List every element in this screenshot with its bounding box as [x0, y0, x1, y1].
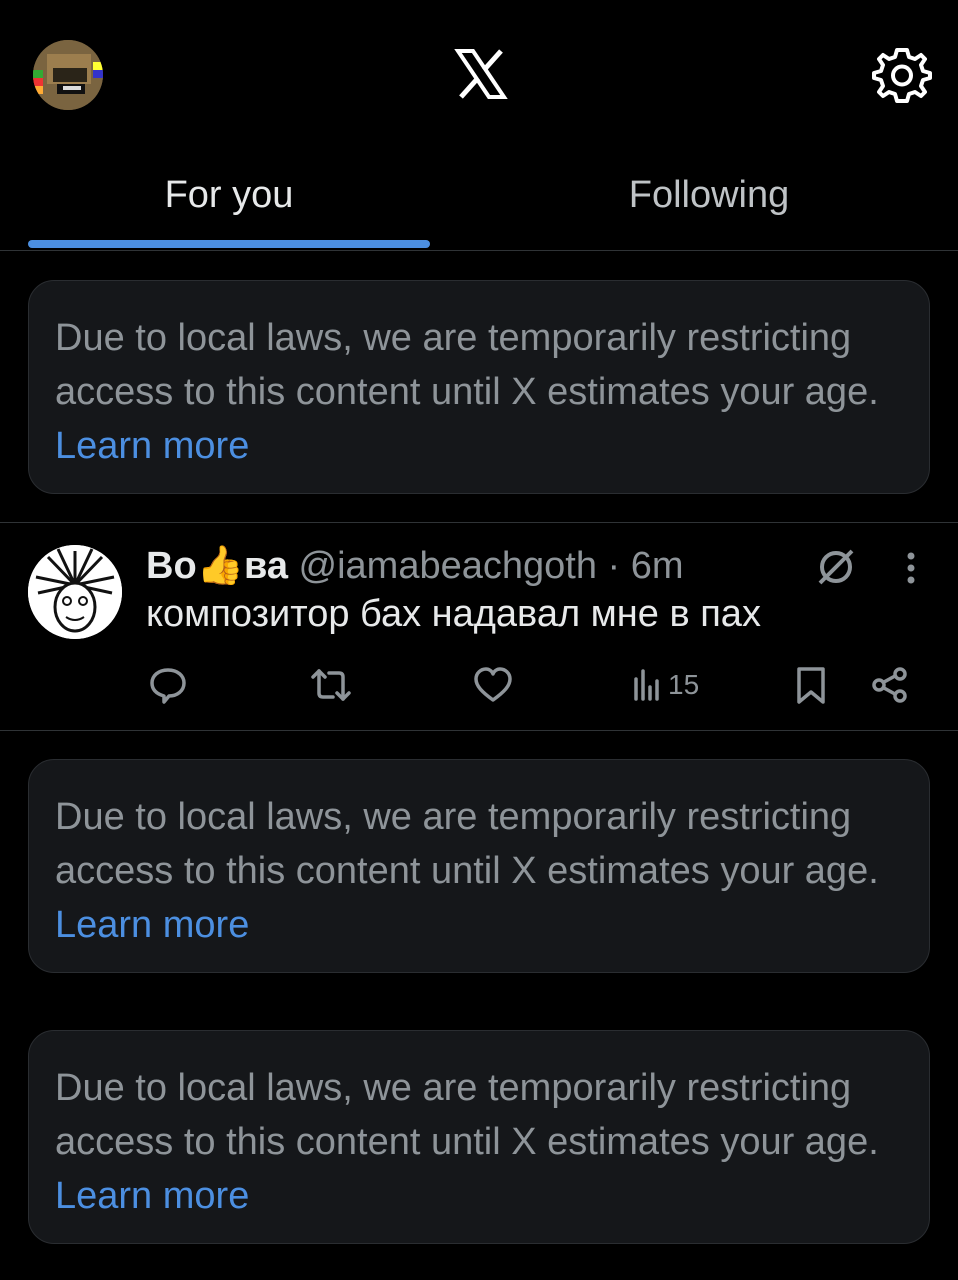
notice-text: Due to local laws, we are temporarily re… [55, 796, 879, 892]
views-count: 15 [668, 669, 700, 700]
age-restriction-notice: Due to local laws, we are temporarily re… [28, 1030, 930, 1244]
heart-icon[interactable] [472, 663, 514, 707]
learn-more-link[interactable]: Learn more [55, 904, 249, 946]
age-restriction-notice: Due to local laws, we are temporarily re… [28, 759, 930, 973]
tab-for-you[interactable]: For you [28, 174, 430, 217]
post-time: · 6m [607, 545, 684, 587]
age-restriction-notice: Due to local laws, we are temporarily re… [28, 280, 930, 494]
author-handle[interactable]: @iamabeachgoth [299, 545, 597, 587]
post[interactable]: Во👍ва @iamabeachgoth · 6m композитор бах… [0, 523, 958, 729]
active-tab-indicator [28, 240, 430, 248]
reply-icon[interactable] [148, 663, 188, 707]
slash-circle-icon[interactable] [814, 545, 858, 589]
learn-more-link[interactable]: Learn more [55, 1175, 249, 1217]
post-header: Во👍ва @iamabeachgoth · 6m [146, 543, 684, 589]
repost-icon[interactable] [309, 663, 353, 707]
notice-text: Due to local laws, we are temporarily re… [55, 317, 879, 413]
timeline-tabs: For you Following [0, 150, 958, 251]
notice-text: Due to local laws, we are temporarily re… [55, 1067, 879, 1163]
author-avatar[interactable] [28, 545, 122, 639]
bookmark-icon[interactable] [794, 663, 828, 707]
profile-avatar[interactable] [33, 40, 103, 110]
share-icon[interactable] [870, 663, 910, 707]
post-text: композитор бах надавал мне в пах [146, 593, 761, 635]
gear-icon[interactable] [872, 44, 932, 104]
feed-divider [0, 730, 958, 731]
views-icon[interactable]: 15 [632, 663, 699, 707]
post-actions: 15 [0, 663, 958, 713]
more-dots-icon[interactable] [896, 547, 926, 591]
learn-more-link[interactable]: Learn more [55, 425, 249, 467]
x-logo-icon[interactable] [454, 47, 508, 101]
top-bar [0, 0, 958, 150]
tab-following[interactable]: Following [479, 174, 939, 217]
author-name[interactable]: Во👍ва [146, 545, 288, 587]
